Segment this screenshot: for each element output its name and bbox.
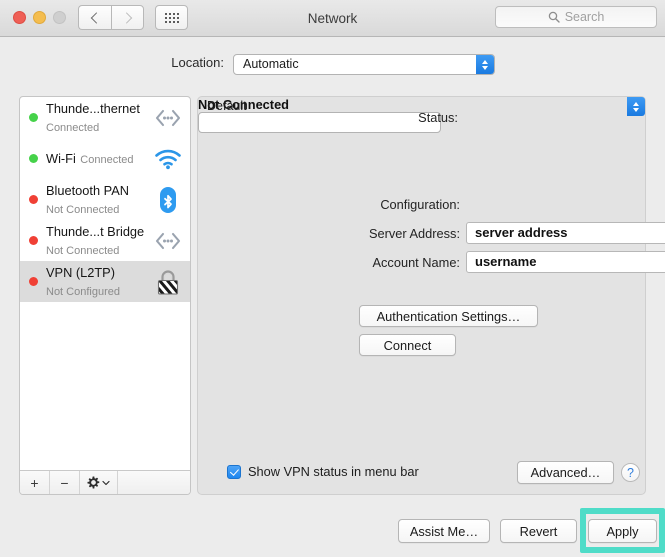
service-status: Connected xyxy=(46,121,100,134)
authentication-settings-button[interactable]: Authentication Settings… xyxy=(359,305,538,327)
sidebar-item-wifi[interactable]: Wi-Fi Connected xyxy=(20,138,190,179)
revert-button[interactable]: Revert xyxy=(500,519,577,543)
service-status: Not Connected xyxy=(46,203,120,216)
service-status: Not Connected xyxy=(46,244,120,257)
service-name: VPN (L2TP) xyxy=(46,264,115,280)
sidebar-item-vpn-l2tp[interactable]: VPN (L2TP) Not Configured xyxy=(20,261,190,302)
zoom-button[interactable] xyxy=(53,11,66,24)
server-address-label: Server Address: xyxy=(368,226,460,241)
action-menu-button[interactable] xyxy=(80,471,118,494)
footer-button-bar: Assist Me… Revert Apply xyxy=(0,505,665,557)
service-name: Thunde...thernet xyxy=(46,100,140,116)
status-label: Status: xyxy=(418,110,458,125)
service-status: Connected xyxy=(80,153,134,166)
service-list[interactable]: Thunde...thernet Connected Wi-Fi Connect… xyxy=(20,97,190,472)
status-indicator-dot xyxy=(29,154,38,163)
sidebar-toolbar-spacer xyxy=(118,471,190,494)
service-name: Wi-Fi xyxy=(46,150,76,166)
sidebar-item-thunderbolt-bridge[interactable]: Thunde...t Bridge Not Connected xyxy=(20,220,190,261)
minimize-button[interactable] xyxy=(33,11,46,24)
forward-button[interactable] xyxy=(111,5,144,30)
sidebar-item-thunderbolt-ethernet[interactable]: Thunde...thernet Connected xyxy=(20,97,190,138)
grid-icon xyxy=(164,12,179,23)
network-preferences-window: Network Search Location: Automatic Thund… xyxy=(0,0,665,557)
server-address-value: server address xyxy=(475,225,568,240)
status-indicator-dot xyxy=(29,236,38,245)
configuration-selected-value: Default xyxy=(207,99,247,113)
checkbox-checked-icon[interactable] xyxy=(227,464,241,479)
chevron-updown-icon[interactable] xyxy=(627,97,645,116)
show-vpn-status-label: Show VPN status in menu bar xyxy=(248,464,419,479)
show-all-button[interactable] xyxy=(155,5,188,30)
configuration-label: Configuration: xyxy=(380,197,460,212)
location-selected-value: Automatic xyxy=(243,57,299,71)
service-name: Thunde...t Bridge xyxy=(46,223,145,239)
service-list-panel: Thunde...thernet Connected Wi-Fi Connect… xyxy=(19,96,191,495)
advanced-button[interactable]: Advanced… xyxy=(517,461,614,484)
status-indicator-dot xyxy=(29,195,38,204)
search-placeholder: Search xyxy=(564,10,605,24)
back-button[interactable] xyxy=(78,5,111,30)
connect-button[interactable]: Connect xyxy=(359,334,456,356)
account-name-label: Account Name: xyxy=(372,255,461,270)
sidebar-toolbar: + − xyxy=(20,470,190,494)
apply-button[interactable]: Apply xyxy=(588,519,657,543)
location-select[interactable]: Automatic xyxy=(233,54,495,75)
assist-me-button[interactable]: Assist Me… xyxy=(398,519,490,543)
thunderbolt-ethernet-icon xyxy=(151,103,185,133)
thunderbolt-bridge-icon xyxy=(151,226,185,256)
window-titlebar: Network Search xyxy=(0,0,665,37)
server-address-input[interactable]: server address xyxy=(466,222,665,244)
account-name-input[interactable]: username xyxy=(466,251,665,273)
service-name: Bluetooth PAN xyxy=(46,182,129,198)
vpn-lock-icon xyxy=(151,267,185,297)
add-service-button[interactable]: + xyxy=(20,471,50,494)
service-detail-panel: Status: Not Connected Configuration: Def… xyxy=(197,96,665,495)
chevron-left-icon xyxy=(90,11,103,24)
chevron-right-icon xyxy=(120,11,132,24)
show-vpn-status-checkbox[interactable]: Show VPN status in menu bar xyxy=(227,464,419,479)
service-status: Not Configured xyxy=(46,285,120,298)
search-icon xyxy=(548,11,560,23)
gear-icon xyxy=(87,476,100,489)
account-name-value: username xyxy=(475,254,537,269)
wifi-icon xyxy=(151,144,185,174)
status-indicator-dot xyxy=(29,277,38,286)
close-button[interactable] xyxy=(13,11,26,24)
remove-service-button[interactable]: − xyxy=(50,471,80,494)
bluetooth-icon xyxy=(151,185,185,215)
status-indicator-dot xyxy=(29,113,38,122)
chevron-down-icon xyxy=(102,480,110,485)
location-label: Location: xyxy=(171,55,224,70)
search-input[interactable]: Search xyxy=(495,6,657,28)
sidebar-item-bluetooth-pan[interactable]: Bluetooth PAN Not Connected xyxy=(20,179,190,220)
help-button[interactable]: ? xyxy=(621,463,640,482)
chevron-updown-icon[interactable] xyxy=(476,55,494,74)
